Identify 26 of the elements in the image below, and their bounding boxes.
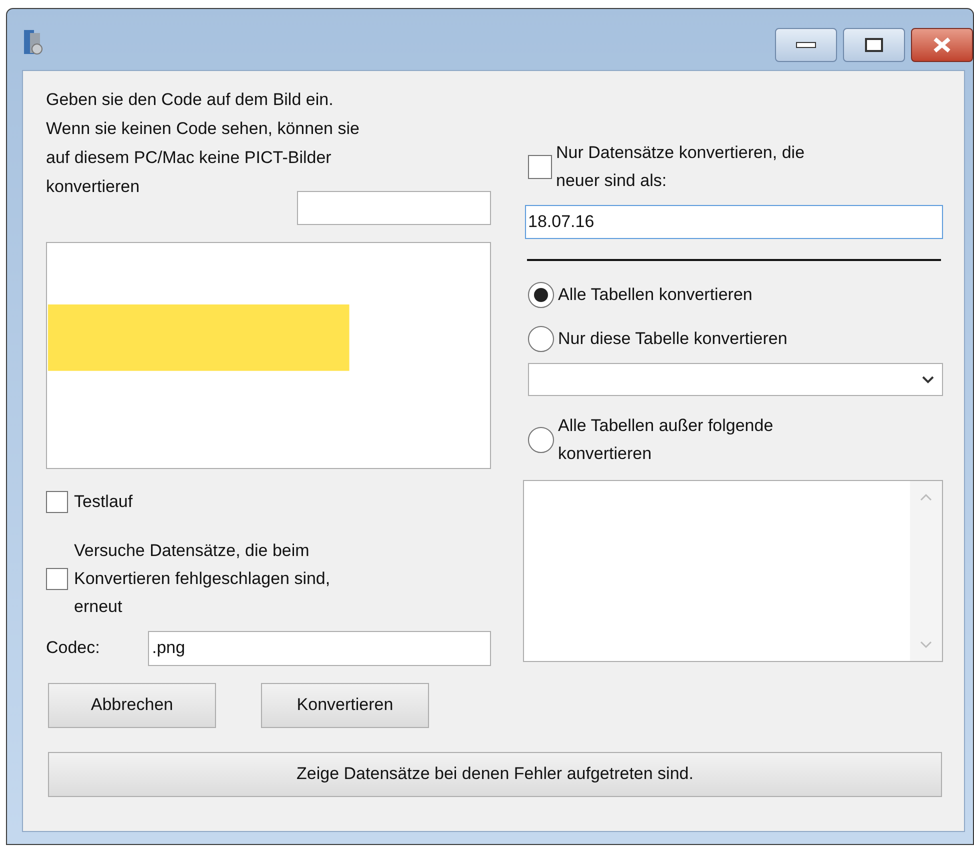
code-field[interactable] xyxy=(297,191,491,225)
checkbox-label: Nur Datensätze konvertieren, die neuer sind als: xyxy=(556,142,806,192)
checkbox[interactable] xyxy=(528,155,552,179)
maximize-button[interactable] xyxy=(843,28,905,62)
close-button[interactable] xyxy=(911,28,973,62)
show-errors-button[interactable]: Zeige Datensätze bei denen Fehler aufgetreten sind. xyxy=(48,752,942,796)
instructions-text: Geben sie den Code auf dem Bild ein. Wenn sie keinen Code sehen, können sie auf diesem PC/Mac keine PICT-Bilder konvertieren xyxy=(46,89,360,198)
convert-button[interactable]: Konvertieren xyxy=(261,682,429,728)
codec-field[interactable]: .png xyxy=(148,630,491,666)
chevron-down-icon xyxy=(922,376,934,384)
close-icon xyxy=(931,37,953,53)
radio-label: Alle Tabellen konvertieren xyxy=(558,284,754,306)
checkbox[interactable] xyxy=(46,568,68,590)
checkbox-label: Testlauf xyxy=(74,491,133,513)
date-field[interactable]: 18.07.16 xyxy=(525,205,943,239)
checkbox[interactable] xyxy=(46,490,68,513)
minimize-button[interactable] xyxy=(775,28,837,62)
radio-label: Alle Tabellen außer folgende konvertieren xyxy=(558,415,774,465)
checkbox-label: Versuche Datensätze, die beim Konvertieren fehlgeschlagen sind, erneut xyxy=(74,540,332,618)
radio-button[interactable] xyxy=(528,326,554,352)
app-icon xyxy=(23,29,43,55)
radio-button[interactable] xyxy=(528,427,554,453)
cancel-button[interactable]: Abbrechen xyxy=(48,682,216,728)
radio-button[interactable] xyxy=(528,282,554,308)
codec-label: Codec: xyxy=(46,637,101,660)
radio-label: Nur diese Tabelle konvertieren xyxy=(558,328,788,350)
